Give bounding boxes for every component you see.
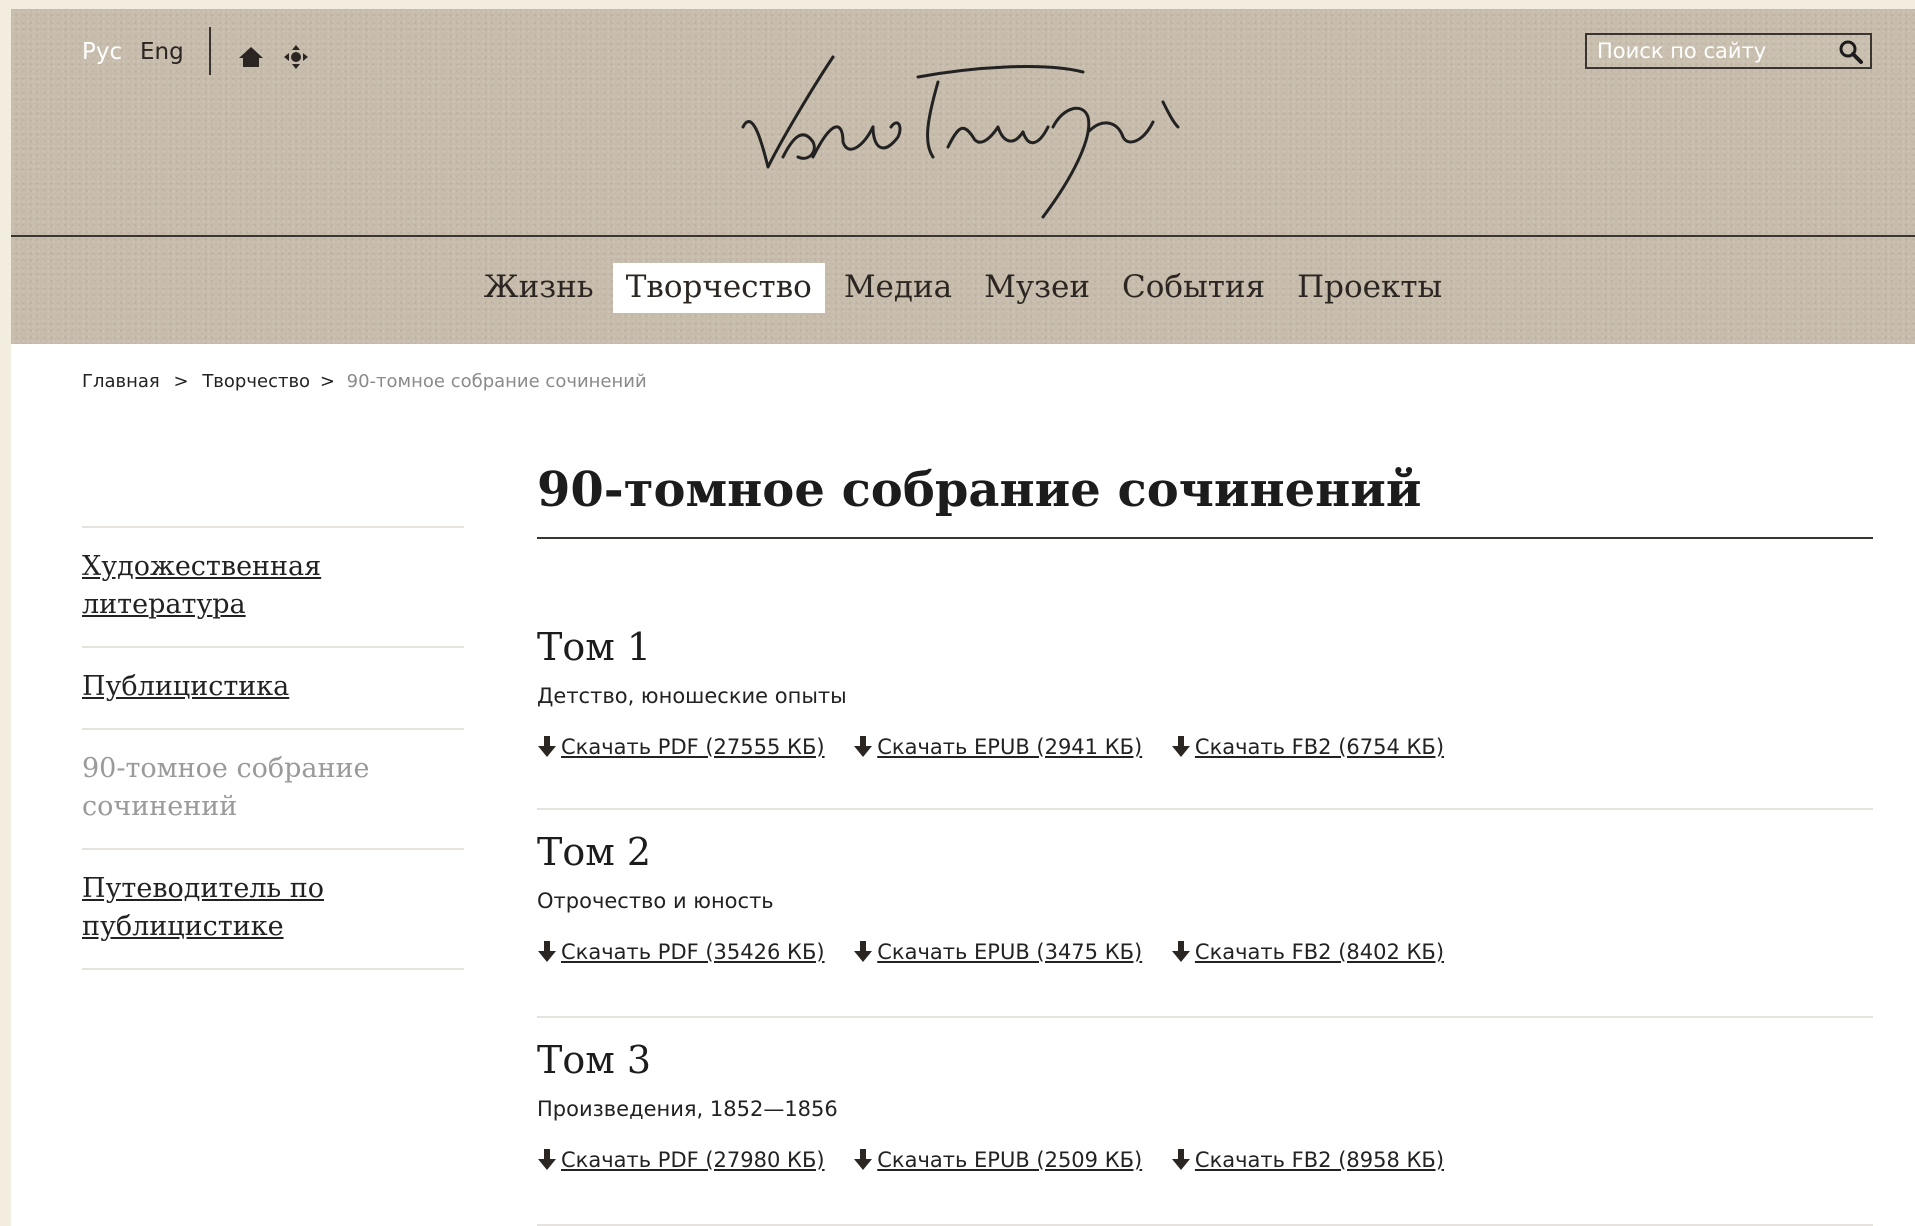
download-pdf-link[interactable]: Скачать PDF (35426 КБ)	[537, 940, 825, 964]
nav-item-works[interactable]: Творчество	[612, 263, 825, 313]
download-arrow-icon	[854, 941, 873, 962]
home-icon[interactable]	[237, 45, 265, 69]
download-arrow-icon	[1171, 1149, 1190, 1170]
download-pdf-label: Скачать PDF (27980 КБ)	[561, 1148, 825, 1172]
sidebar-item-fiction: Художественная литература	[82, 528, 464, 646]
download-arrow-icon	[1171, 736, 1190, 757]
search-input[interactable]	[1587, 35, 1837, 67]
volume-downloads: Скачать PDF (35426 КБ) Скачать EPUB (347…	[537, 940, 1466, 964]
sidebar-item-journalism-guide: Путеводитель по публицистике	[82, 850, 464, 968]
volume-title: Том 2	[537, 830, 652, 874]
sidebar-link-journalism[interactable]: Публицистика	[82, 671, 289, 702]
download-pdf-label: Скачать PDF (27555 КБ)	[561, 735, 825, 759]
download-epub-label: Скачать EPUB (2509 КБ)	[877, 1148, 1143, 1172]
breadcrumb-current: 90-томное собрание сочинений	[346, 371, 647, 392]
download-arrow-icon	[538, 1149, 556, 1170]
nav-item-events[interactable]: События	[1109, 263, 1278, 313]
download-arrow-icon	[538, 736, 556, 757]
download-fb2-link[interactable]: Скачать FB2 (8402 КБ)	[1171, 940, 1444, 964]
volume-item: Том 3 Произведения, 1852—1856 Скачать PD…	[537, 1018, 1873, 1226]
breadcrumb-separator: >	[173, 371, 189, 392]
main-content: 90-томное собрание сочинений Том 1 Детст…	[537, 461, 1873, 1226]
volume-title: Том 1	[537, 625, 652, 669]
search-box	[1585, 33, 1872, 69]
page-title: 90-томное собрание сочинений	[537, 461, 1873, 539]
breadcrumb: Главная > Творчество > 90-томное собрани…	[82, 371, 647, 392]
main-nav: Жизнь Творчество Медиа Музеи События Проекты	[11, 263, 1915, 313]
sidebar: Художественная литература Публицистика 9…	[82, 526, 464, 970]
download-pdf-link[interactable]: Скачать PDF (27555 КБ)	[537, 735, 825, 759]
language-ru-link[interactable]: Рус	[82, 39, 122, 65]
sidebar-item-journalism: Публицистика	[82, 648, 464, 728]
volume-subtitle: Отрочество и юность	[537, 889, 774, 913]
logo-signature[interactable]	[723, 47, 1223, 225]
download-epub-label: Скачать EPUB (2941 КБ)	[877, 735, 1143, 759]
sidebar-item-90-volumes: 90-томное собрание сочинений	[82, 730, 464, 848]
download-fb2-label: Скачать FB2 (6754 КБ)	[1194, 735, 1445, 759]
breadcrumb-works[interactable]: Творчество	[202, 371, 310, 392]
download-arrow-icon	[854, 736, 873, 757]
download-arrow-icon	[538, 941, 556, 962]
site-header: Рус Eng Поиск по сайту Жизнь Творчество …	[11, 9, 1915, 344]
download-pdf-label: Скачать PDF (35426 КБ)	[561, 940, 825, 964]
download-epub-link[interactable]: Скачать EPUB (3475 КБ)	[853, 940, 1142, 964]
nav-item-projects[interactable]: Проекты	[1284, 263, 1455, 313]
volume-title: Том 3	[537, 1038, 652, 1082]
language-en-link[interactable]: Eng	[140, 39, 184, 65]
sidebar-divider	[82, 968, 464, 970]
header-divider-vertical	[209, 27, 211, 75]
volume-subtitle: Произведения, 1852—1856	[537, 1097, 838, 1121]
download-arrow-icon	[1171, 941, 1190, 962]
download-fb2-label: Скачать FB2 (8402 КБ)	[1194, 940, 1445, 964]
sitemap-icon[interactable]	[282, 45, 310, 69]
download-epub-link[interactable]: Скачать EPUB (2509 КБ)	[853, 1148, 1142, 1172]
header-divider	[11, 235, 1915, 237]
download-pdf-link[interactable]: Скачать PDF (27980 КБ)	[537, 1148, 825, 1172]
download-fb2-link[interactable]: Скачать FB2 (6754 КБ)	[1171, 735, 1444, 759]
search-icon[interactable]	[1838, 39, 1864, 65]
breadcrumb-home[interactable]: Главная	[82, 371, 160, 392]
volume-item: Том 1 Детство, юношеские опыты Скачать P…	[537, 539, 1873, 810]
download-fb2-link[interactable]: Скачать FB2 (8958 КБ)	[1171, 1148, 1444, 1172]
nav-item-museums[interactable]: Музеи	[971, 263, 1103, 313]
download-arrow-icon	[854, 1149, 873, 1170]
download-fb2-label: Скачать FB2 (8958 КБ)	[1194, 1148, 1445, 1172]
volume-downloads: Скачать PDF (27980 КБ) Скачать EPUB (250…	[537, 1148, 1466, 1172]
volume-subtitle: Детство, юношеские опыты	[537, 684, 847, 708]
download-epub-link[interactable]: Скачать EPUB (2941 КБ)	[853, 735, 1142, 759]
page: Рус Eng Поиск по сайту Жизнь Творчество …	[11, 9, 1915, 1226]
volume-item: Том 2 Отрочество и юность Скачать PDF (3…	[537, 810, 1873, 1018]
download-epub-label: Скачать EPUB (3475 КБ)	[877, 940, 1143, 964]
breadcrumb-separator: >	[319, 371, 335, 392]
sidebar-link-journalism-guide[interactable]: Путеводитель по публицистике	[82, 873, 324, 942]
volume-downloads: Скачать PDF (27555 КБ) Скачать EPUB (294…	[537, 735, 1466, 759]
sidebar-link-fiction[interactable]: Художественная литература	[82, 551, 321, 620]
nav-item-media[interactable]: Медиа	[831, 263, 965, 313]
sidebar-label-90-volumes: 90-томное собрание сочинений	[82, 753, 370, 822]
nav-item-life[interactable]: Жизнь	[471, 263, 607, 313]
volume-list: Том 1 Детство, юношеские опыты Скачать P…	[537, 539, 1873, 1226]
